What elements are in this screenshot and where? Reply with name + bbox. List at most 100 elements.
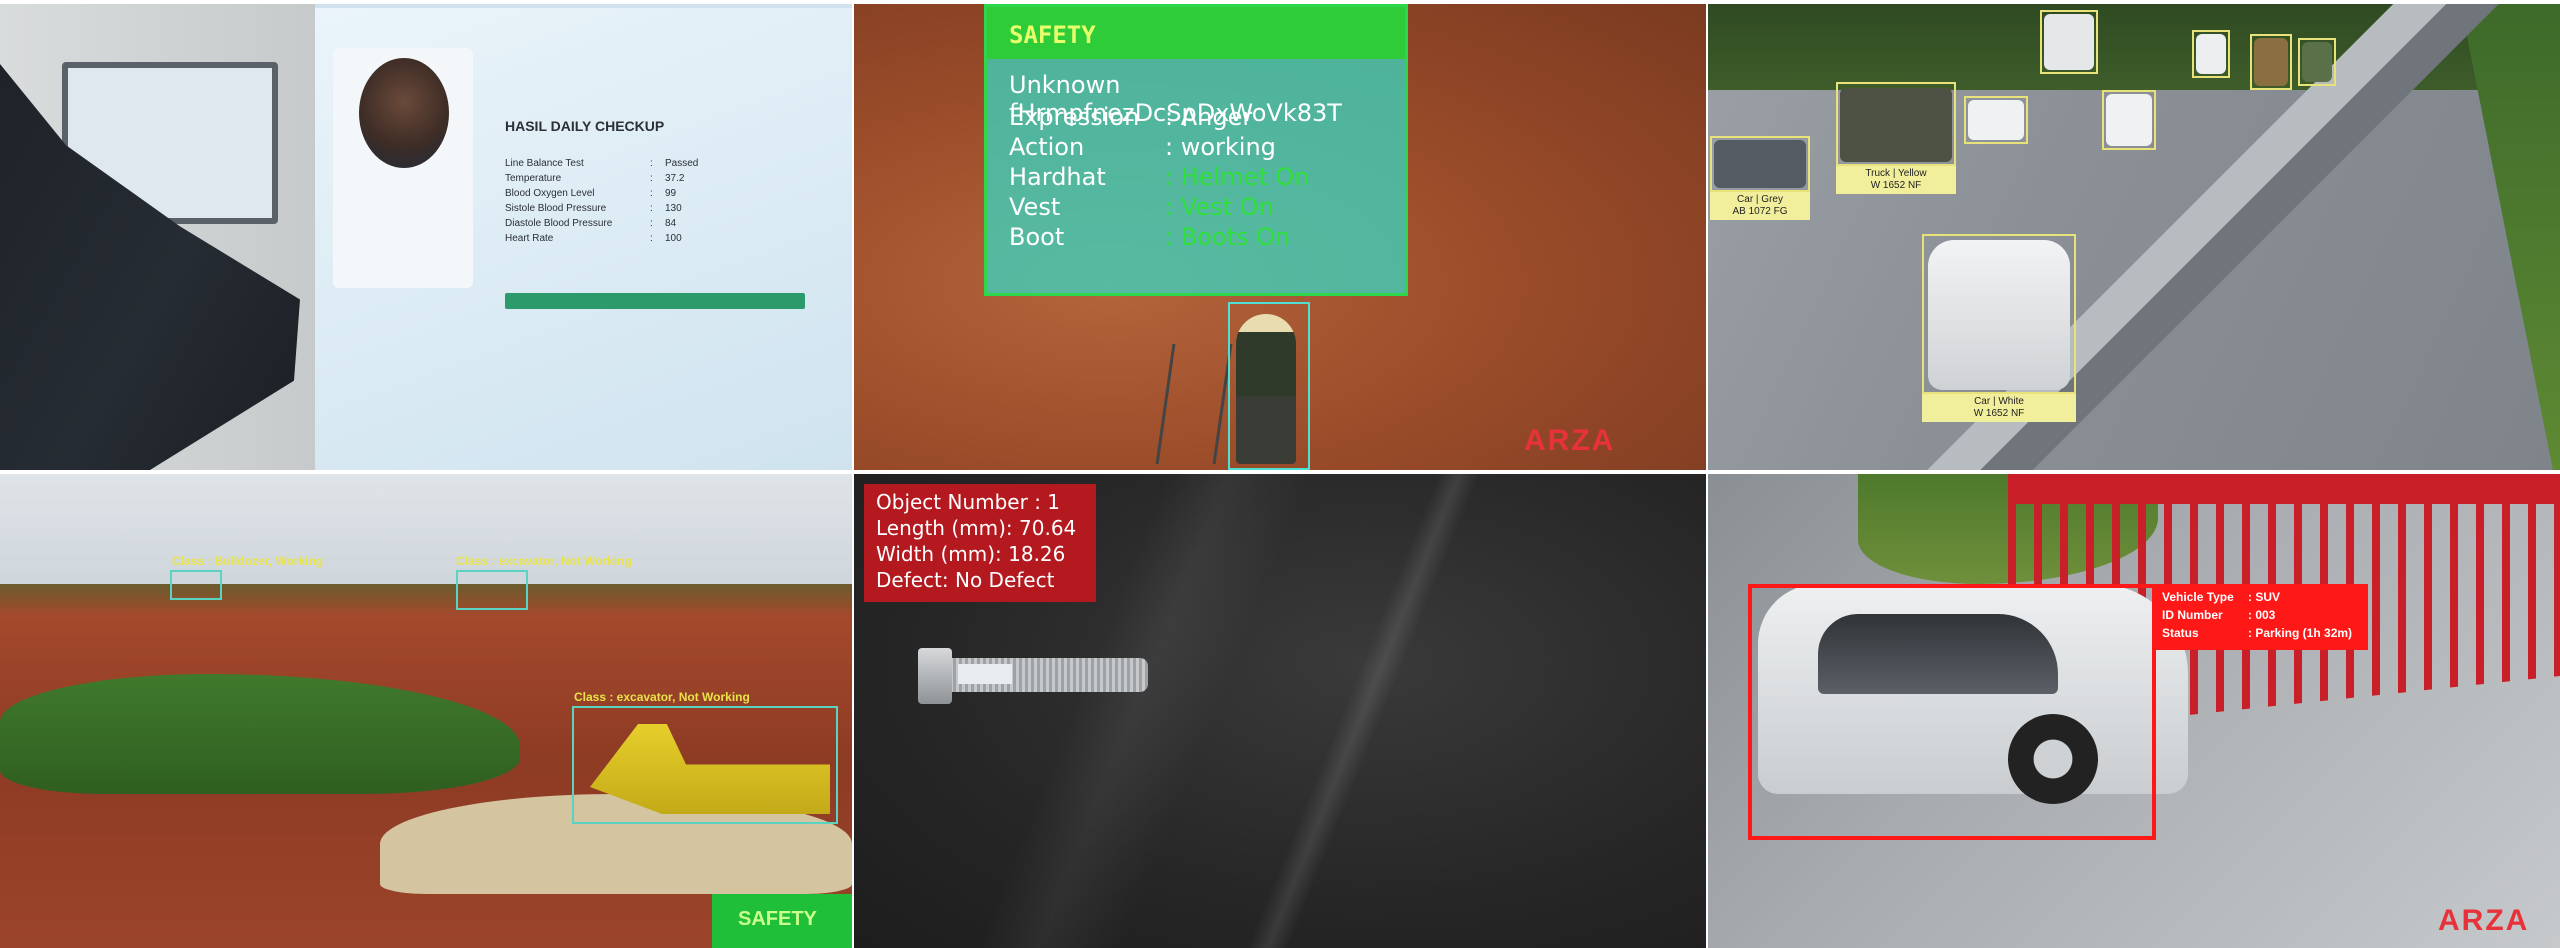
safety-detection-panel: SAFETY Unknown fHrmpfnezDcSpDxWoVk83T Ex…	[854, 4, 1706, 470]
safety-row-boot: Boot : Boots On	[1009, 223, 1399, 253]
parking-row-label: Status	[2162, 626, 2199, 640]
checkup-result-sheet: HASIL DAILY CHECKUP Line Balance Test : …	[315, 8, 852, 470]
kiosk-checkup-panel: HASIL DAILY CHECKUP Line Balance Test : …	[0, 4, 852, 470]
checkup-row-sep: :	[650, 188, 653, 199]
safety-row-value: : Boots On	[1165, 223, 1291, 251]
arza-logo: ARZA	[1524, 424, 1616, 457]
checkup-title: HASIL DAILY CHECKUP	[505, 118, 665, 134]
checkup-row-value: 37.2	[665, 173, 685, 184]
vehicle-class: Car | Grey	[1737, 194, 1783, 205]
vehicle-bounding-box	[1964, 96, 2028, 144]
checkup-row: Sistole Blood Pressure : 130	[505, 203, 765, 217]
safety-row-value: : Helmet On	[1165, 163, 1310, 191]
inspection-line: Object Number : 1	[876, 490, 1061, 514]
vehicle-plate: W 1652 NF	[1870, 180, 1922, 191]
parking-row-value: : 003	[2248, 608, 2276, 622]
equipment-label: Class : excavator, Not Working	[574, 690, 750, 704]
equipment-bounding-box	[572, 706, 838, 824]
safety-row-value: : Vest On	[1165, 193, 1274, 221]
checkup-row-label: Heart Rate	[505, 233, 554, 244]
checkup-row-label: Line Balance Test	[505, 158, 584, 169]
inspection-line: Width (mm): 18.26	[876, 542, 1066, 566]
sky	[0, 474, 852, 584]
vehicle-class: Truck | Yellow	[1865, 168, 1927, 179]
checkup-row-label: Blood Oxygen Level	[505, 188, 595, 199]
parking-row: ID Number : 003	[2162, 608, 2362, 624]
checkup-row-value: Passed	[665, 158, 699, 169]
checkup-row: Diastole Blood Pressure : 84	[505, 218, 765, 232]
vehicle-bounding-box	[1836, 82, 1956, 166]
road-median	[1708, 4, 2560, 470]
safety-row-label: Expression	[1009, 103, 1140, 131]
equipment-label: Class : excavator, Not Working	[456, 554, 632, 568]
safety-row-action: Action : working	[1009, 133, 1399, 163]
parking-row: Vehicle Type : SUV	[2162, 590, 2362, 606]
vehicle-bounding-box	[2192, 30, 2230, 78]
safety-header-title: SAFETY	[1009, 21, 1096, 49]
parking-detection-panel: Vehicle Type : SUV ID Number : 003 Statu…	[1708, 474, 2560, 948]
inspection-info-box: Object Number : 1 Length (mm): 70.64 Wid…	[864, 484, 1096, 602]
equipment-bounding-box	[456, 570, 528, 610]
worker-photo-card	[333, 48, 473, 288]
red-gate-rail	[2008, 474, 2560, 504]
worker-bounding-box	[1228, 302, 1310, 470]
safety-header: SAFETY	[987, 7, 1405, 59]
safety-row-hardhat: Hardhat : Helmet On	[1009, 163, 1399, 193]
safety-row-expression: Expression : Anger	[1009, 103, 1399, 133]
vehicle-label: Car | White W 1652 NF	[1922, 394, 2076, 422]
arza-logo: ARZA	[2438, 904, 2530, 937]
safety-row-label: Action	[1009, 133, 1085, 161]
vehicle-bounding-box	[2102, 90, 2156, 150]
bolt-inspection-panel: Object Number : 1 Length (mm): 70.64 Wid…	[854, 474, 1706, 948]
parking-row-label: ID Number	[2162, 608, 2223, 622]
parking-row-label: Vehicle Type	[2162, 590, 2234, 604]
checkup-row-label: Diastole Blood Pressure	[505, 218, 613, 229]
safety-row-label: Hardhat	[1009, 163, 1106, 191]
checkup-submit-button[interactable]	[505, 293, 805, 309]
equipment-bounding-box	[170, 570, 222, 600]
vehicle-bounding-box	[2250, 34, 2292, 90]
safety-row-label: Boot	[1009, 223, 1065, 251]
checkup-row: Heart Rate : 100	[505, 233, 765, 247]
inspection-line: Defect: No Defect	[876, 568, 1055, 592]
checkup-row-value: 100	[665, 233, 682, 244]
checkup-row-value: 99	[665, 188, 677, 199]
vehicle-label: Truck | Yellow W 1652 NF	[1836, 166, 1956, 194]
checkup-row-label: Temperature	[505, 173, 562, 184]
checkup-row: Blood Oxygen Level : 99	[505, 188, 765, 202]
vehicle-class: Car | White	[1974, 396, 2024, 407]
bolt-head	[918, 648, 952, 704]
construction-detection-panel: Class : Bulldozer, Working Class : excav…	[0, 474, 852, 948]
safety-info-box: SAFETY Unknown fHrmpfnezDcSpDxWoVk83T Ex…	[984, 4, 1408, 296]
traffic-detection-panel: Car | Grey AB 1072 FG Truck | Yellow W 1…	[1708, 4, 2560, 470]
vehicle-label: Car | Grey AB 1072 FG	[1710, 192, 1810, 220]
safety-tag: SAFETY	[712, 894, 852, 948]
checkup-row: Temperature : 37.2	[505, 173, 765, 187]
checkup-row-sep: :	[650, 158, 653, 169]
safety-tag-label: SAFETY	[738, 908, 817, 930]
safety-row-vest: Vest : Vest On	[1009, 193, 1399, 223]
parking-row-value: : Parking (1h 32m)	[2248, 626, 2353, 640]
safety-row-value: : working	[1165, 133, 1276, 161]
checkup-row-sep: :	[650, 203, 653, 214]
safety-row-label: Vest	[1009, 193, 1061, 221]
checkup-row-value: 130	[665, 203, 682, 214]
bolt-barcode	[958, 664, 1012, 684]
checkup-row-sep: :	[650, 218, 653, 229]
worker-avatar	[359, 58, 449, 168]
vehicle-bounding-box	[1748, 584, 2156, 840]
vehicle-bounding-box	[2298, 38, 2336, 86]
vehicle-plate: AB 1072 FG	[1732, 206, 1788, 217]
vehicle-plate: W 1652 NF	[1973, 408, 2025, 419]
parking-info-box: Vehicle Type : SUV ID Number : 003 Statu…	[2154, 584, 2368, 650]
vehicle-bounding-box	[2040, 10, 2098, 74]
checkup-row-label: Sistole Blood Pressure	[505, 203, 607, 214]
checkup-row-sep: :	[650, 173, 653, 184]
checkup-row-sep: :	[650, 233, 653, 244]
safety-row-value: : Anger	[1165, 103, 1253, 131]
inspection-line: Length (mm): 70.64	[876, 516, 1077, 540]
vehicle-bounding-box	[1710, 136, 1810, 192]
checkup-row: Line Balance Test : Passed	[505, 158, 765, 172]
vegetation	[0, 674, 520, 794]
checkup-row-value: 84	[665, 218, 677, 229]
